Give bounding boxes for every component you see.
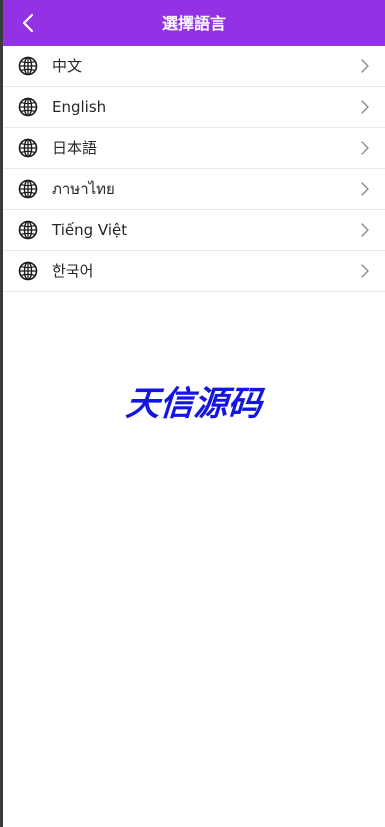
globe-icon [18, 138, 38, 158]
chevron-right-icon [361, 100, 369, 114]
globe-icon [18, 261, 38, 281]
language-label: 한국어 [52, 262, 94, 280]
chevron-right-icon [361, 141, 369, 155]
language-item-thai[interactable]: ภาษาไทย [3, 169, 385, 210]
chevron-right-icon [361, 182, 369, 196]
language-label: English [52, 98, 107, 116]
language-item-korean[interactable]: 한국어 [3, 251, 385, 292]
language-label: ภาษาไทย [52, 180, 115, 198]
language-label: 中文 [52, 57, 83, 75]
chevron-right-icon [361, 223, 369, 237]
language-item-english[interactable]: English [3, 87, 385, 128]
page-title: 選擇語言 [161, 14, 226, 33]
language-select-screen: 選擇語言 中文 English 日本語 ภาษาไทย Tiếng Việt 한… [3, 0, 385, 827]
language-list: 中文 English 日本語 ภาษาไทย Tiếng Việt 한국어 [3, 46, 385, 292]
chevron-right-icon [361, 59, 369, 73]
chevron-right-icon [361, 264, 369, 278]
globe-icon [18, 179, 38, 199]
language-label: Tiếng Việt [52, 221, 128, 239]
top-bar: 選擇語言 [3, 0, 385, 46]
language-item-chinese[interactable]: 中文 [3, 46, 385, 87]
language-item-japanese[interactable]: 日本語 [3, 128, 385, 169]
globe-icon [18, 220, 38, 240]
watermark-logo: 天信源码 [124, 384, 264, 424]
language-label: 日本語 [52, 139, 98, 157]
globe-icon [18, 56, 38, 76]
globe-icon [18, 97, 38, 117]
language-item-vietnamese[interactable]: Tiếng Việt [3, 210, 385, 251]
